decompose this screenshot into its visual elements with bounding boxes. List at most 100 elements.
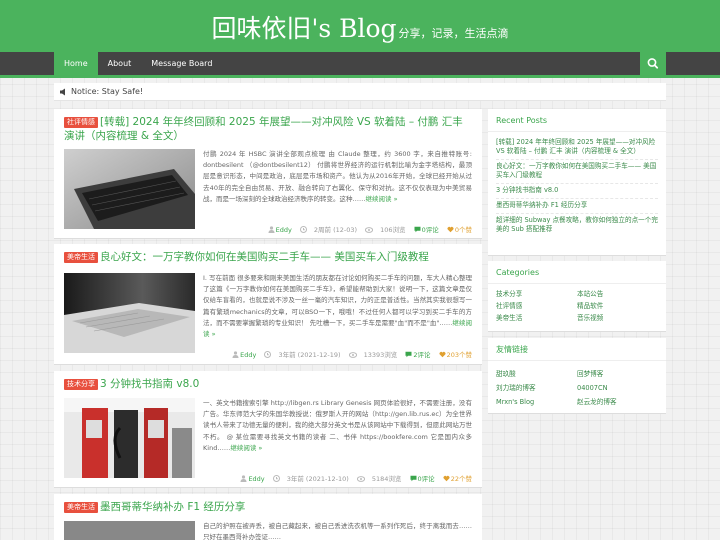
comment-icon [410, 475, 416, 482]
eye-icon [365, 227, 374, 233]
site-header: 回味依旧's Blog 分享，记录，生活点滴 [0, 0, 720, 52]
nav-about[interactable]: About [98, 52, 142, 75]
widget-title: Categories [488, 261, 666, 284]
friend-link[interactable]: 回梦博客 [577, 367, 658, 381]
recent-post-link[interactable]: 3 分钟找书指南 v8.0 [496, 184, 658, 199]
friend-link[interactable]: 04007CN [577, 381, 658, 395]
category-link[interactable]: 技术分享 [496, 288, 577, 300]
post-card: 社评情感 [转载] 2024 年年终回顾和 2025 年展望——对冲风险 VS 软… [54, 109, 482, 239]
heart-icon [447, 226, 454, 233]
search-button[interactable] [640, 52, 666, 75]
likes-meta: 203个赞 [439, 351, 472, 359]
date-meta: 3年前 (2021-12-10) [272, 475, 349, 483]
post-title-text[interactable]: [转载] 2024 年年终回顾和 2025 年展望——对冲风险 VS 软着陆 –… [64, 116, 463, 142]
friend-link[interactable]: 甜玖酸 [496, 367, 577, 381]
post-author[interactable]: Eddy [240, 351, 256, 359]
nav-home[interactable]: Home [54, 52, 98, 75]
comments-meta: 0评论 [414, 226, 439, 234]
post-excerpt: 自己的护照在被弄丢，被自己藏起来，被自己丢进洗衣机等一系列作死后，终于离我而去…… [203, 522, 472, 540]
notice-text: Notice: Stay Safe! [71, 87, 144, 96]
date-meta: 3年前 (2021-12-19) [264, 351, 341, 359]
post-comments[interactable]: 0评论 [422, 226, 439, 234]
post-author[interactable]: Eddy [248, 475, 264, 483]
post-card: 技术分享 3 分钟找书指南 v8.0 一、英文书籍搜索引擎 http://libg… [54, 371, 482, 488]
friend-link[interactable]: 刘力瑞的博客 [496, 381, 577, 395]
post-views: 5184浏览 [371, 475, 402, 483]
post-card: 美帝生活 良心好文：一万字教你如何在美国购买二手车—— 美国买车入门级教程 I. … [54, 244, 482, 365]
post-meta: Eddy 3年前 (2021-12-10) 5184浏览 0评论 22个赞 [234, 473, 472, 483]
post-date: 3年前 (2021-12-10) [286, 475, 349, 483]
laptop-photo [64, 149, 195, 229]
heart-icon [439, 351, 446, 358]
recent-posts-widget: Recent Posts [转载] 2024 年年终回顾和 2025 年展望——… [488, 109, 666, 256]
post-card: 美帝生活 墨西哥蒂华纳补办 F1 经历分享 自己的护照在被弄丢，被自己藏起来，被自… [54, 494, 482, 540]
post-thumbnail[interactable] [64, 273, 195, 353]
category-link[interactable]: 精品软件 [577, 300, 658, 312]
clock-icon [272, 475, 280, 482]
comments-meta: 2评论 [405, 351, 431, 359]
category-link[interactable]: 音乐视频 [577, 312, 658, 324]
author-meta: Eddy [232, 351, 256, 359]
friend-link[interactable]: Mrxn's Blog [496, 395, 577, 409]
post-title-text[interactable]: 墨西哥蒂华纳补办 F1 经历分享 [100, 501, 245, 513]
author-meta: Eddy [240, 475, 265, 483]
post-title[interactable]: 技术分享 3 分钟找书指南 v8.0 [64, 377, 474, 391]
category-badge[interactable]: 社评情感 [64, 117, 98, 128]
post-views: 106浏览 [380, 226, 406, 234]
post-author[interactable]: Eddy [276, 226, 292, 234]
post-thumbnail[interactable] [64, 521, 195, 540]
post-comments[interactable]: 0评论 [418, 475, 435, 483]
eye-icon [356, 476, 365, 482]
views-meta: 106浏览 [365, 226, 406, 234]
user-icon [240, 475, 247, 482]
speaker-icon [60, 88, 65, 96]
friend-links-widget: 友情链接 甜玖酸 回梦博客 刘力瑞的博客 04007CN Mrxn's Blog… [488, 338, 666, 414]
post-meta: Eddy 3年前 (2021-12-19) 13393浏览 2评论 203个赞 [226, 349, 472, 359]
user-icon [268, 226, 275, 233]
gas-pump-photo [64, 398, 195, 478]
post-title-text[interactable]: 3 分钟找书指南 v8.0 [100, 378, 199, 390]
post-comments[interactable]: 2评论 [413, 351, 430, 359]
post-likes[interactable]: 0个赞 [455, 226, 472, 234]
category-badge[interactable]: 技术分享 [64, 379, 98, 390]
read-more-link[interactable]: 继续阅读 » [230, 444, 262, 452]
notice-bar: Notice: Stay Safe! [54, 83, 666, 101]
post-excerpt: I. 写在前面 很多要来和刚来美国生活的朋友都在讨论如何购买二手车的问题，车大人… [203, 274, 472, 339]
read-more-link[interactable]: 继续阅读 » [366, 195, 398, 203]
category-badge[interactable]: 美帝生活 [64, 252, 98, 263]
post-meta: Eddy 2周前 (12-03) 106浏览 0评论 0个赞 [262, 224, 472, 234]
main-navbar: Home About Message Board [0, 52, 720, 78]
nav-message-board[interactable]: Message Board [141, 52, 222, 75]
recent-post-link[interactable]: 良心好文：一万字教你如何在美国购买二手车—— 美国买车入门级教程 [496, 160, 658, 184]
post-likes[interactable]: 22个赞 [451, 475, 472, 483]
site-title[interactable]: 回味依旧's Blog [211, 14, 396, 43]
post-views: 13393浏览 [363, 351, 398, 359]
site-subtitle: 分享，记录，生活点滴 [398, 27, 509, 40]
recent-post-link[interactable]: 墨西哥蒂华纳补办 F1 经历分享 [496, 199, 658, 214]
comment-icon [405, 351, 412, 358]
widget-title: Recent Posts [488, 109, 666, 132]
category-link[interactable]: 美帝生活 [496, 312, 577, 324]
likes-meta: 22个赞 [443, 475, 472, 483]
post-likes[interactable]: 203个赞 [447, 351, 472, 359]
search-icon [647, 58, 659, 69]
post-title-text[interactable]: 良心好文：一万字教你如何在美国购买二手车—— 美国买车入门级教程 [100, 251, 429, 263]
site-brand[interactable]: 回味依旧's Blog 分享，记录，生活点滴 [0, 9, 720, 45]
author-meta: Eddy [268, 226, 292, 234]
views-meta: 5184浏览 [356, 475, 402, 483]
category-badge[interactable]: 美帝生活 [64, 502, 98, 513]
post-thumbnail[interactable] [64, 398, 195, 478]
recent-post-link[interactable]: [转载] 2024 年年终回顾和 2025 年展望——对冲风险 VS 软着陆 –… [496, 136, 658, 160]
user-icon [232, 351, 239, 358]
category-link[interactable]: 本站公告 [577, 288, 658, 300]
category-link[interactable]: 社评情感 [496, 300, 577, 312]
post-title[interactable]: 美帝生活 良心好文：一万字教你如何在美国购买二手车—— 美国买车入门级教程 [64, 250, 474, 264]
recent-post-link[interactable]: 超详细的 Subway 点餐攻略，教你如何独立的点一个完美的 Sub 搭配推荐 [496, 214, 658, 237]
friend-link[interactable]: 赵云龙的博客 [577, 395, 658, 409]
post-thumbnail[interactable] [64, 149, 195, 229]
post-title[interactable]: 社评情感 [转载] 2024 年年终回顾和 2025 年展望——对冲风险 VS 软… [64, 115, 474, 143]
post-title[interactable]: 美帝生活 墨西哥蒂华纳补办 F1 经历分享 [64, 500, 474, 514]
clock-icon [299, 226, 307, 233]
comment-icon [414, 226, 421, 233]
views-meta: 13393浏览 [348, 351, 398, 359]
